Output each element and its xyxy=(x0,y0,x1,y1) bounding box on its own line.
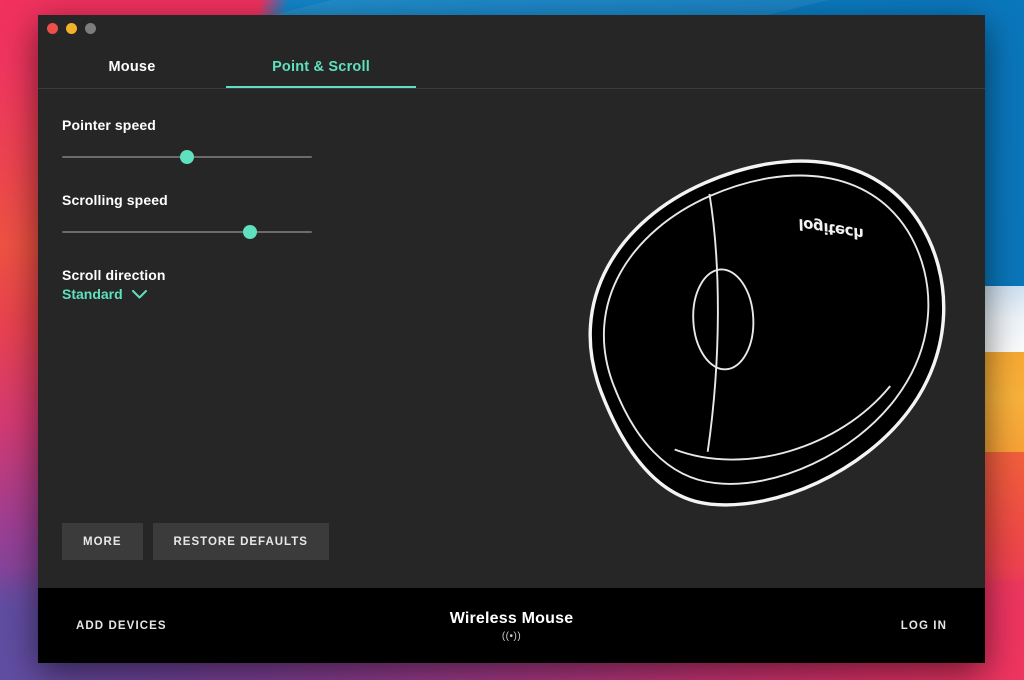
more-button[interactable]: MORE xyxy=(62,523,143,560)
scroll-direction-dropdown[interactable]: Standard xyxy=(62,286,147,302)
desktop-wallpaper: Mouse Point & Scroll logitech Pointer sp… xyxy=(0,0,1024,680)
scrolling-speed-slider[interactable] xyxy=(62,225,312,239)
scrolling-speed-track[interactable] xyxy=(62,231,312,233)
device-name: Wireless Mouse xyxy=(449,609,574,627)
pointer-speed-slider[interactable] xyxy=(62,150,312,164)
mouse-body-crease xyxy=(674,385,891,461)
controls-column: Pointer speed Scrolling speed Scroll dir… xyxy=(62,117,362,304)
logitech-options-window: Mouse Point & Scroll logitech Pointer sp… xyxy=(38,15,985,663)
mouse-scroll-wheel xyxy=(692,268,755,371)
scrolling-speed-label: Scrolling speed xyxy=(62,192,168,208)
mouse-illustration: logitech xyxy=(468,94,985,588)
restore-defaults-button[interactable]: RESTORE DEFAULTS xyxy=(152,523,329,560)
log-in-button[interactable]: LOG IN xyxy=(735,620,985,632)
mouse-button-split xyxy=(706,193,719,452)
zoom-button[interactable] xyxy=(85,23,96,34)
chevron-down-icon xyxy=(131,289,147,298)
minimize-button[interactable] xyxy=(66,23,77,34)
tab-mouse[interactable]: Mouse xyxy=(38,59,226,89)
window-titlebar: Mouse Point & Scroll xyxy=(38,15,985,89)
tab-mouse-label: Mouse xyxy=(108,59,156,75)
settings-panel: logitech Pointer speed Scrolling speed S… xyxy=(38,89,985,588)
action-buttons: MORE RESTORE DEFAULTS xyxy=(62,523,329,560)
tab-bar: Mouse Point & Scroll xyxy=(38,41,416,89)
logitech-logo-text: logitech xyxy=(796,214,865,244)
scroll-direction-value: Standard xyxy=(62,286,123,302)
window-controls xyxy=(47,23,96,34)
pointer-speed-label: Pointer speed xyxy=(62,117,156,133)
scrolling-speed-thumb[interactable] xyxy=(242,225,257,239)
tab-point-and-scroll-label: Point & Scroll xyxy=(272,59,370,75)
mouse-outer-shell xyxy=(588,159,946,507)
tab-point-and-scroll[interactable]: Point & Scroll xyxy=(226,59,416,89)
scroll-direction-label: Scroll direction xyxy=(62,267,166,283)
pointer-speed-thumb[interactable] xyxy=(180,150,194,164)
add-devices-button[interactable]: ADD DEVICES xyxy=(38,620,288,632)
active-device[interactable]: Wireless Mouse ((•)) xyxy=(288,610,735,642)
mouse-illustration-svg xyxy=(588,159,946,507)
mouse-inner-rim xyxy=(603,174,930,485)
wireless-signal-icon: ((•)) xyxy=(501,630,522,642)
window-footer: ADD DEVICES Wireless Mouse ((•)) LOG IN xyxy=(38,588,985,663)
logitech-logo: logitech xyxy=(797,214,865,243)
close-button[interactable] xyxy=(47,23,58,34)
